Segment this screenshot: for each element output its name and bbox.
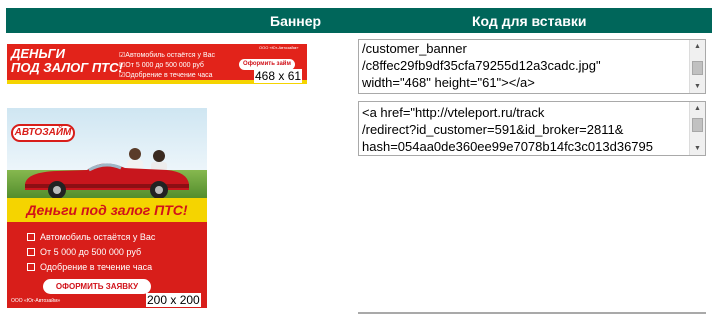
scrollbar-thumb[interactable] [692, 61, 703, 75]
banner1-title: ДЕНЬГИ ПОД ЗАЛОГ ПТС! [11, 47, 123, 75]
banner1-size-label: 468 x 61 [254, 69, 303, 83]
car-image-icon [25, 148, 189, 199]
code-text-1[interactable]: /customer_banner /c8ffec29fb9df35cfa7925… [362, 40, 688, 91]
banner2-features: Автомобиль остаётся у Вас От 5 000 до 50… [27, 230, 155, 275]
code-textarea-1[interactable]: /customer_banner /c8ffec29fb9df35cfa7925… [358, 39, 706, 94]
banner2-feature-text: Автомобиль остаётся у Вас [40, 232, 156, 242]
banner2-feature-text: От 5 000 до 500 000 руб [40, 247, 142, 257]
checkbox-icon [27, 248, 35, 256]
scrollbar-thumb[interactable] [692, 118, 703, 132]
banner2-feature-text: Одобрение в течение часа [40, 262, 153, 272]
banner2-apply-button: ОФОРМИТЬ ЗАЯВКУ [43, 279, 151, 294]
code-textarea-2[interactable]: <a href="http://vteleport.ru/track /redi… [358, 101, 706, 156]
header-code-label: Код для вставки [472, 13, 587, 29]
banner1-feature: Автомобиль остаётся у Вас [119, 51, 215, 61]
checkbox-icon [27, 233, 35, 241]
banner-200x200-image: АВТОЗАЙМ Деньги под залог ПТС! Автомобил… [7, 108, 207, 308]
banner2-headline: Деньги под залог ПТС! [7, 198, 207, 222]
banner1-brand: ООО «Юг-Автозайм» [259, 45, 299, 50]
banner2-brand: ООО «Юг-Автозайм» [11, 298, 61, 304]
textarea1-scrollbar[interactable]: ▲ ▼ [689, 40, 705, 93]
scroll-up-icon[interactable]: ▲ [690, 40, 705, 53]
banner2-feature: От 5 000 до 500 000 руб [27, 245, 155, 260]
banner2-feature: Одобрение в течение часа [27, 260, 155, 275]
textarea2-scrollbar[interactable]: ▲ ▼ [689, 102, 705, 155]
scroll-down-icon[interactable]: ▼ [690, 142, 705, 155]
checkbox-icon [27, 263, 35, 271]
banner2-logo: АВТОЗАЙМ [11, 124, 75, 142]
scroll-down-icon[interactable]: ▼ [690, 80, 705, 93]
table-header: Баннер Код для вставки [6, 8, 712, 33]
banner1-title-line2: ПОД ЗАЛОГ ПТС! [11, 60, 123, 75]
scroll-up-icon[interactable]: ▲ [690, 102, 705, 115]
banner2-feature: Автомобиль остаётся у Вас [27, 230, 155, 245]
code-text-2[interactable]: <a href="http://vteleport.ru/track /redi… [362, 104, 688, 155]
banner1-feature: От 5 000 до 500 000 руб [119, 61, 215, 71]
banner1-title-line1: ДЕНЬГИ [11, 46, 65, 61]
header-banner-label: Баннер [270, 13, 322, 29]
banner1-features: Автомобиль остаётся у Вас От 5 000 до 50… [119, 51, 215, 81]
banner2-size-label: 200 x 200 [146, 293, 201, 307]
